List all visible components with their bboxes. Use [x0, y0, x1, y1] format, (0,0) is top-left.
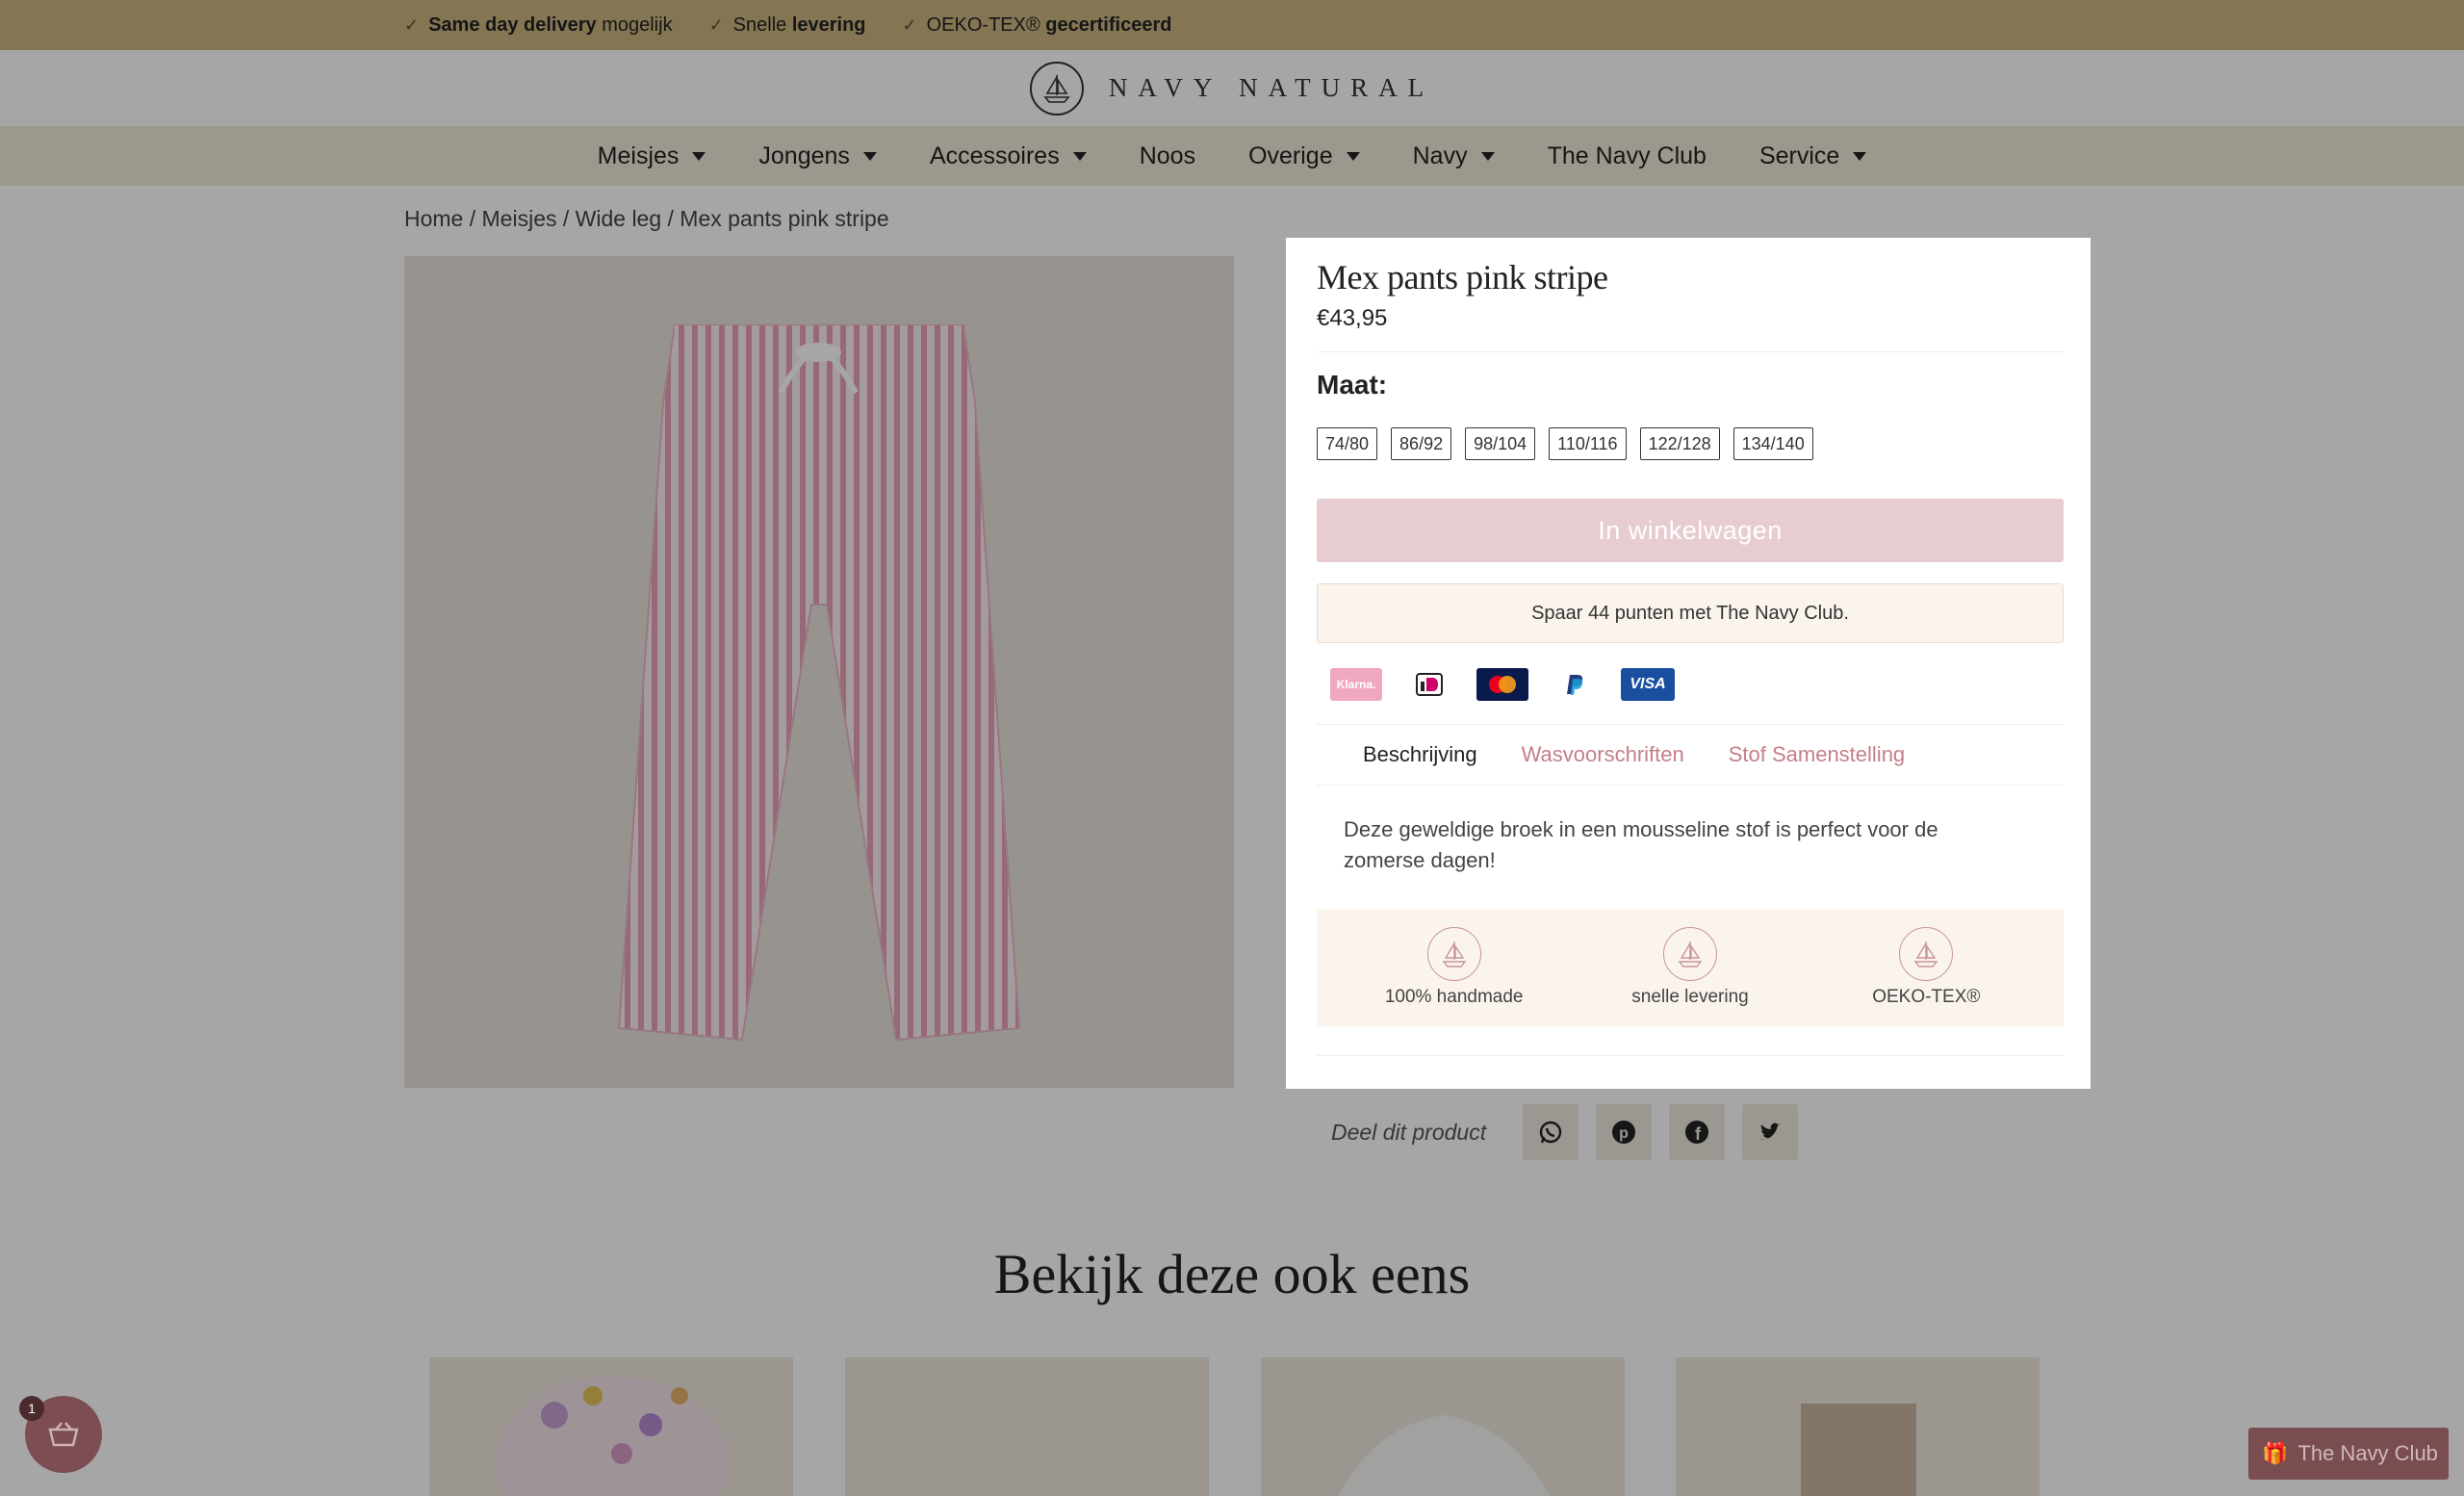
usp-oekotex: OEKO-TEX®: [1830, 927, 2022, 1008]
product-quickview-modal: Mex pants pink stripe €43,95 Maat: 74/80…: [1286, 238, 2091, 1089]
divider: [1317, 351, 2064, 352]
size-option-110-116[interactable]: 110/116: [1549, 427, 1627, 460]
size-option-74-80[interactable]: 74/80: [1317, 427, 1378, 460]
tab-wasvoorschriften[interactable]: Wasvoorschriften: [1522, 742, 1684, 767]
klarna-icon: Klarna.: [1330, 668, 1382, 701]
size-label: Maat:: [1317, 370, 1388, 400]
usp-fast-delivery: snelle levering: [1594, 927, 1786, 1008]
product-price: €43,95: [1317, 305, 1388, 331]
size-options: 74/80 86/92 98/104 110/116 122/128 134/1…: [1317, 427, 2064, 460]
usp-handmade: 100% handmade: [1358, 927, 1551, 1008]
size-option-122-128[interactable]: 122/128: [1639, 427, 1720, 460]
ideal-icon: [1405, 668, 1453, 701]
add-to-cart-button[interactable]: In winkelwagen: [1317, 499, 2064, 562]
gift-icon: 🎁: [2262, 1441, 2289, 1465]
product-description: Deze geweldige broek in een mousseline s…: [1344, 817, 1938, 872]
usp-block: 100% handmade snelle levering OEKO-TEX®: [1317, 909, 2064, 1026]
size-option-98-104[interactable]: 98/104: [1465, 427, 1536, 460]
divider: [1317, 1055, 2064, 1056]
size-option-86-92[interactable]: 86/92: [1391, 427, 1452, 460]
cart-count-badge: 1: [19, 1396, 44, 1421]
sailboat-icon: [1662, 927, 1717, 981]
basket-icon: [48, 1422, 79, 1447]
tab-stof-samenstelling[interactable]: Stof Samenstelling: [1729, 742, 1905, 767]
navy-club-launcher[interactable]: 🎁 The Navy Club: [2248, 1428, 2449, 1480]
mastercard-icon: [1476, 668, 1528, 701]
loyalty-points-notice: Spaar 44 punten met The Navy Club.: [1317, 583, 2064, 643]
usp-label: snelle levering: [1631, 987, 1749, 1007]
product-tabs: Beschrijving Wasvoorschriften Stof Samen…: [1317, 724, 2064, 786]
visa-icon: VISA: [1621, 668, 1675, 701]
size-option-134-140[interactable]: 134/140: [1732, 427, 1813, 460]
navy-club-label: The Navy Club: [2297, 1441, 2438, 1465]
usp-label: 100% handmade: [1384, 987, 1524, 1007]
tab-beschrijving[interactable]: Beschrijving: [1363, 742, 1477, 767]
sailboat-icon: [1426, 927, 1481, 981]
payment-methods: Klarna. VISA: [1317, 668, 2064, 701]
sailboat-icon: [1899, 927, 1954, 981]
paypal-icon: [1552, 668, 1598, 701]
usp-label: OEKO-TEX®: [1872, 987, 1981, 1007]
product-title: Mex pants pink stripe: [1317, 258, 1608, 297]
modal-backdrop[interactable]: [0, 0, 2464, 1496]
